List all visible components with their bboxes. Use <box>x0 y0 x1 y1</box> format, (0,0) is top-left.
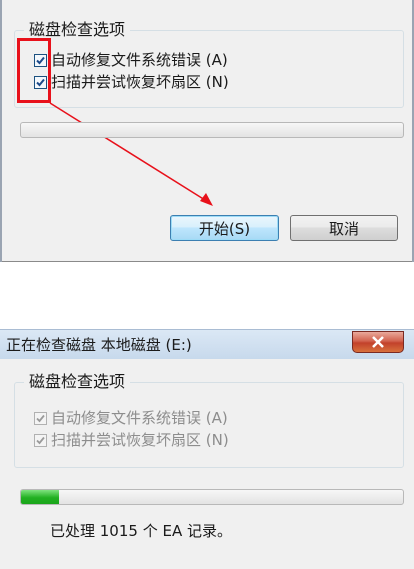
scan-sectors-checkbox[interactable] <box>34 433 47 447</box>
disk-check-dialog-top: 磁盘检查选项 自动修复文件系统错误 (A) 扫描并尝试恢复坏扇区 (N) 开始(… <box>0 0 414 262</box>
progress-bar-bottom <box>20 489 404 505</box>
auto-fix-label: 自动修复文件系统错误 (A) <box>51 409 228 427</box>
start-button[interactable]: 开始(S) <box>170 215 279 241</box>
option-auto-fix[interactable]: 自动修复文件系统错误 (A) <box>34 409 228 427</box>
progress-bar-top <box>20 122 404 138</box>
scan-sectors-label: 扫描并尝试恢复坏扇区 (N) <box>51 431 229 449</box>
close-icon <box>372 336 384 348</box>
status-text: 已处理 1015 个 EA 记录。 <box>50 522 232 540</box>
check-mark-icon <box>36 414 45 422</box>
check-mark-icon <box>36 436 45 444</box>
disk-check-dialog-bottom: 正在检查磁盘 本地磁盘 (E:) 磁盘检查选项 自动修复文件系统错误 (A) 扫… <box>0 329 414 569</box>
arrow-head <box>200 193 213 206</box>
window-title: 正在检查磁盘 本地磁盘 (E:) <box>6 336 192 354</box>
cancel-button[interactable]: 取消 <box>290 215 398 241</box>
group-title: 磁盘检查选项 <box>24 372 131 392</box>
arrow-line <box>49 102 206 201</box>
close-button[interactable] <box>352 331 404 353</box>
title-bar[interactable]: 正在检查磁盘 本地磁盘 (E:) <box>0 329 414 359</box>
progress-fill-bottom <box>21 490 60 504</box>
auto-fix-checkbox[interactable] <box>34 411 47 425</box>
option-scan-sectors[interactable]: 扫描并尝试恢复坏扇区 (N) <box>34 431 229 449</box>
